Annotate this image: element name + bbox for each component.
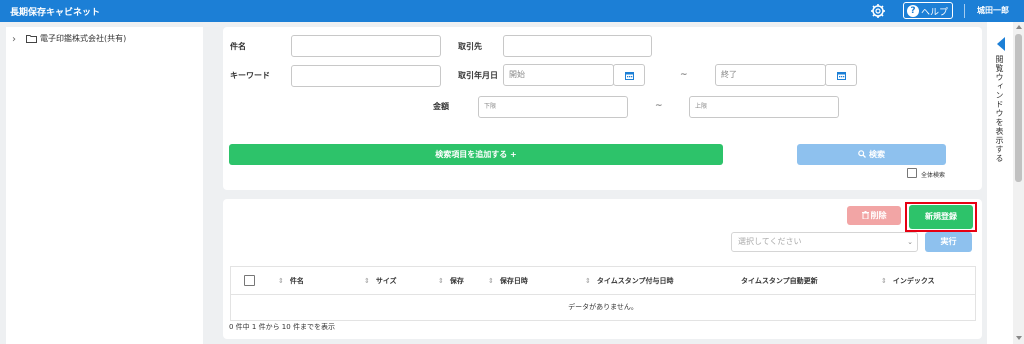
preview-panel-toggle[interactable]: 閲覧ウィンドウを表示する	[987, 22, 1013, 344]
keyword-input[interactable]	[291, 65, 441, 87]
table-header: ⇕ 件名 ⇕ サイズ ⇕ 保存 ⇕ 保存日時 ⇕ タイムスタンプ付与日時 タイムスタンプ自…	[231, 267, 975, 295]
folder-icon	[26, 35, 37, 43]
date-start-input[interactable]: 開始	[503, 64, 614, 86]
amount-range-separator: ~	[655, 101, 663, 111]
date-range-separator: ~	[680, 70, 688, 80]
partner-label: 取引先	[458, 42, 482, 51]
help-label: ヘルプ	[921, 8, 949, 18]
amount-label: 金額	[433, 102, 449, 111]
sort-icon: ⇕	[585, 277, 591, 285]
tree-item-root-company[interactable]: 電子印鑑株式会社(共有)	[40, 33, 126, 44]
sort-icon: ⇕	[438, 277, 444, 285]
date-end-input[interactable]: 終了	[715, 64, 826, 86]
partner-input[interactable]	[503, 35, 652, 57]
sort-icon: ⇕	[364, 277, 370, 285]
add-search-field-button[interactable]: 検索項目を追加する +	[229, 144, 723, 165]
chevron-right-icon[interactable]: ›	[12, 34, 16, 45]
scroll-down-arrow[interactable]	[1016, 336, 1022, 340]
keyword-label: キーワード	[230, 71, 270, 80]
triangle-left-icon	[997, 37, 1005, 51]
help-button[interactable]: ? ヘルプ	[903, 2, 953, 19]
calendar-icon	[837, 72, 846, 80]
scroll-thumb[interactable]	[1015, 34, 1022, 182]
calendar-icon	[625, 72, 634, 80]
sort-icon: ⇕	[488, 277, 494, 285]
chevron-down-icon: ⌄	[907, 238, 913, 246]
user-name[interactable]: 城田一郎	[977, 5, 1009, 16]
column-header-size[interactable]: ⇕ サイズ	[364, 276, 397, 286]
search-button-label: 検索	[869, 150, 885, 159]
search-button[interactable]: 検索	[797, 144, 946, 165]
column-header-timestamp-date[interactable]: ⇕ タイムスタンプ付与日時	[585, 276, 674, 286]
magnifier-icon	[858, 150, 866, 158]
date-end-calendar-button[interactable]	[825, 64, 857, 86]
empty-table-message: データがありません。	[568, 303, 638, 311]
subject-label: 件名	[230, 42, 246, 51]
document-list-panel: 削除 新規登録 選択してください ⌄ 実行 ⇕ 件名 ⇕ サイズ ⇕ 保存 ⇕ 保存日時…	[223, 199, 982, 339]
header-divider	[964, 4, 965, 18]
preview-panel-label: 閲覧ウィンドウを表示する	[995, 55, 1004, 163]
sort-icon: ⇕	[278, 277, 284, 285]
app-title: 長期保存キャビネット	[10, 8, 101, 18]
delete-button[interactable]: 削除	[847, 206, 901, 225]
search-panel: 件名 取引先 キーワード 取引年月日 開始 ~ 終了 金額 下限 ~ 上限 検索…	[223, 27, 982, 190]
amount-max-input[interactable]: 上限	[689, 96, 839, 118]
vertical-scrollbar[interactable]	[1013, 22, 1024, 344]
gear-icon[interactable]	[870, 3, 886, 19]
column-header-index[interactable]: ⇕ インデックス	[881, 276, 935, 286]
document-table: ⇕ 件名 ⇕ サイズ ⇕ 保存 ⇕ 保存日時 ⇕ タイムスタンプ付与日時 タイムスタンプ自…	[230, 266, 976, 321]
folder-tree-sidebar: › 電子印鑑株式会社(共有)	[6, 27, 203, 344]
date-label: 取引年月日	[458, 71, 498, 80]
column-header-storage[interactable]: ⇕ 保存	[438, 276, 464, 286]
amount-min-input[interactable]: 下限	[478, 96, 628, 118]
record-count: 0 件中 1 件から 10 件までを表示	[229, 323, 335, 331]
date-start-calendar-button[interactable]	[613, 64, 645, 86]
subject-input[interactable]	[291, 35, 441, 57]
question-circle-icon: ?	[907, 5, 919, 17]
bulk-action-placeholder: 選択してください	[738, 237, 802, 246]
select-all-checkbox[interactable]	[244, 275, 255, 286]
column-header-saved-at[interactable]: ⇕ 保存日時	[488, 276, 528, 286]
scroll-up-arrow[interactable]	[1016, 25, 1022, 29]
column-header-timestamp-auto-update: タイムスタンプ自動更新	[741, 277, 818, 285]
delete-button-label: 削除	[870, 211, 887, 220]
execute-button[interactable]: 実行	[925, 232, 972, 252]
column-header-subject[interactable]: ⇕ 件名	[278, 276, 304, 286]
full-text-search-checkbox[interactable]	[907, 168, 917, 178]
top-navigation-bar: 長期保存キャビネット ? ヘルプ 城田一郎	[0, 0, 1024, 22]
full-text-search-label: 全体検索	[921, 172, 946, 179]
trash-icon	[861, 211, 869, 220]
bulk-action-select[interactable]: 選択してください ⌄	[731, 232, 918, 252]
sort-icon: ⇕	[881, 277, 887, 285]
new-registration-button[interactable]: 新規登録	[909, 205, 973, 229]
